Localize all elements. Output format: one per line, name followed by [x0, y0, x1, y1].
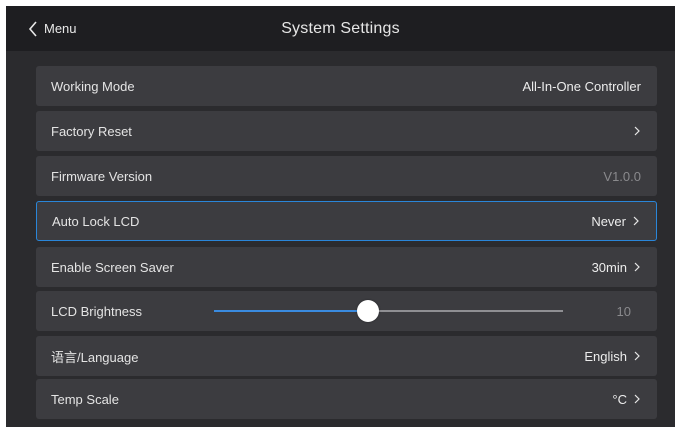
row-working-mode[interactable]: Working Mode All-In-One Controller: [36, 66, 657, 106]
page-title: System Settings: [281, 20, 400, 37]
row-value: 30min: [592, 260, 641, 275]
row-label: Working Mode: [51, 78, 135, 94]
value-text: °C: [612, 391, 627, 407]
row-label: Enable Screen Saver: [51, 259, 174, 275]
row-value: °C: [612, 392, 641, 407]
row-enable-screen-saver[interactable]: Enable Screen Saver 30min: [36, 247, 657, 287]
value-text: V1.0.0: [603, 168, 641, 184]
row-auto-lock-lcd[interactable]: Auto Lock LCD Never: [36, 201, 657, 241]
row-value: V1.0.0: [603, 169, 641, 184]
settings-screen: Menu System Settings Working Mode All-In…: [6, 6, 675, 427]
row-value: English: [584, 349, 641, 364]
brightness-value: 10: [616, 303, 631, 319]
header-bar: Menu System Settings: [6, 6, 675, 51]
value-text: All-In-One Controller: [522, 78, 642, 94]
row-value: [627, 126, 641, 136]
row-label: 语言/Language: [51, 349, 139, 365]
chevron-right-icon: [634, 394, 640, 404]
row-lcd-brightness: LCD Brightness 10: [36, 291, 657, 331]
row-language[interactable]: 语言/Language English: [36, 336, 657, 376]
row-firmware-version: Firmware Version V1.0.0: [36, 156, 657, 196]
chevron-right-icon: [633, 216, 639, 226]
chevron-right-icon: [634, 351, 640, 361]
chevron-right-icon: [634, 262, 640, 272]
row-temp-scale[interactable]: Temp Scale °C: [36, 379, 657, 419]
row-label: Firmware Version: [51, 168, 153, 184]
value-text: Never: [591, 213, 626, 229]
slider-fill: [214, 310, 368, 312]
brightness-slider[interactable]: [214, 300, 563, 322]
row-label: LCD Brightness: [51, 303, 143, 319]
row-value: Never: [591, 214, 640, 229]
slider-thumb[interactable]: [356, 300, 379, 322]
row-value: All-In-One Controller: [523, 79, 642, 94]
chevron-right-icon: [634, 126, 640, 136]
row-label: Temp Scale: [51, 391, 119, 407]
row-label: Auto Lock LCD: [52, 213, 140, 229]
value-text: English: [584, 348, 627, 364]
row-label: Factory Reset: [51, 123, 132, 139]
row-factory-reset[interactable]: Factory Reset: [36, 111, 657, 151]
value-text: 30min: [591, 259, 627, 275]
